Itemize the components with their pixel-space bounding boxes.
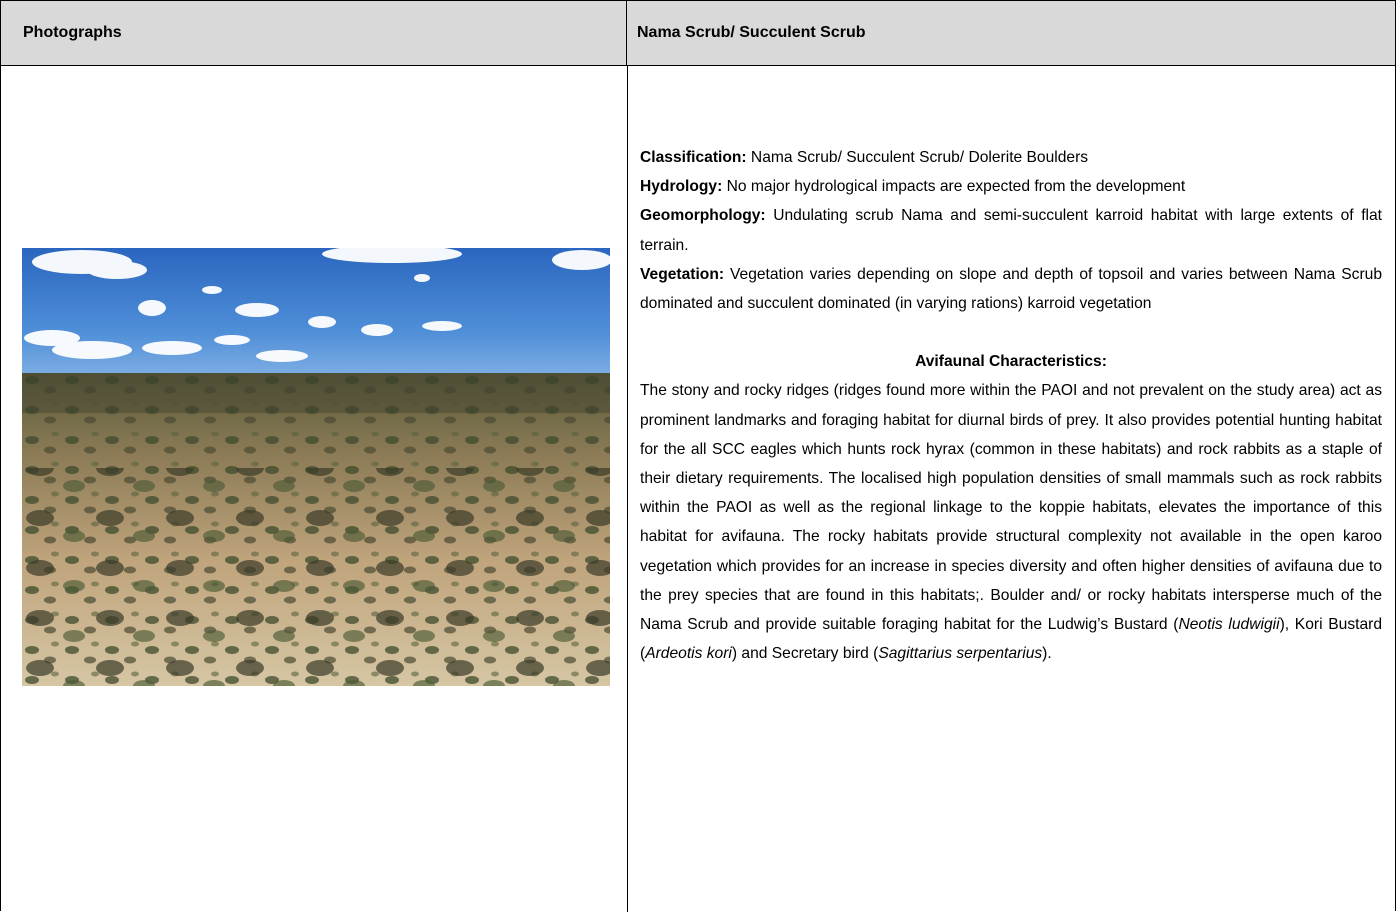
species-sagittarius: Sagittarius serpentarius [878, 645, 1043, 663]
header-habitat-name: Nama Scrub/ Succulent Scrub [637, 24, 866, 41]
column-divider [627, 66, 628, 912]
table-header-row: Photographs Nama Scrub/ Succulent Scrub [1, 1, 1395, 66]
classification-line: Classification: Nama Scrub/ Succulent Sc… [640, 143, 1382, 172]
geomorphology-line: Geomorphology: Undulating scrub Nama and… [640, 201, 1382, 259]
species-ardeotis: Ardeotis kori [645, 645, 732, 663]
avifaunal-heading: Avifaunal Characteristics: [915, 353, 1107, 371]
avifaunal-body-text: The stony and rocky ridges (ridges found… [640, 382, 1382, 634]
vegetation-value: Vegetation varies depending on slope and… [640, 265, 1382, 313]
hydrology-value: No major hydrological impacts are expect… [722, 178, 1186, 196]
avifaunal-join-2: ) and Secretary bird ( [731, 645, 879, 663]
hydrology-line: Hydrology: No major hydrological impacts… [640, 172, 1382, 201]
classification-value: Nama Scrub/ Succulent Scrub/ Dolerite Bo… [746, 149, 1089, 166]
geomorphology-label: Geomorphology: [640, 207, 766, 225]
habitat-photo [22, 248, 610, 686]
habitat-description: Classification: Nama Scrub/ Succulent Sc… [640, 143, 1382, 668]
header-photographs: Photographs [1, 1, 627, 65]
habitat-photo-image [22, 248, 610, 686]
vegetation-line: Vegetation: Vegetation varies depending … [640, 260, 1382, 318]
avifaunal-body: The stony and rocky ridges (ridges found… [640, 376, 1382, 668]
classification-label: Classification: [640, 149, 747, 166]
hydrology-label: Hydrology: [640, 178, 723, 196]
vegetation-label: Vegetation: [640, 265, 725, 283]
avifaunal-end: ). [1042, 645, 1052, 663]
species-neotis: Neotis ludwigii [1178, 616, 1280, 634]
